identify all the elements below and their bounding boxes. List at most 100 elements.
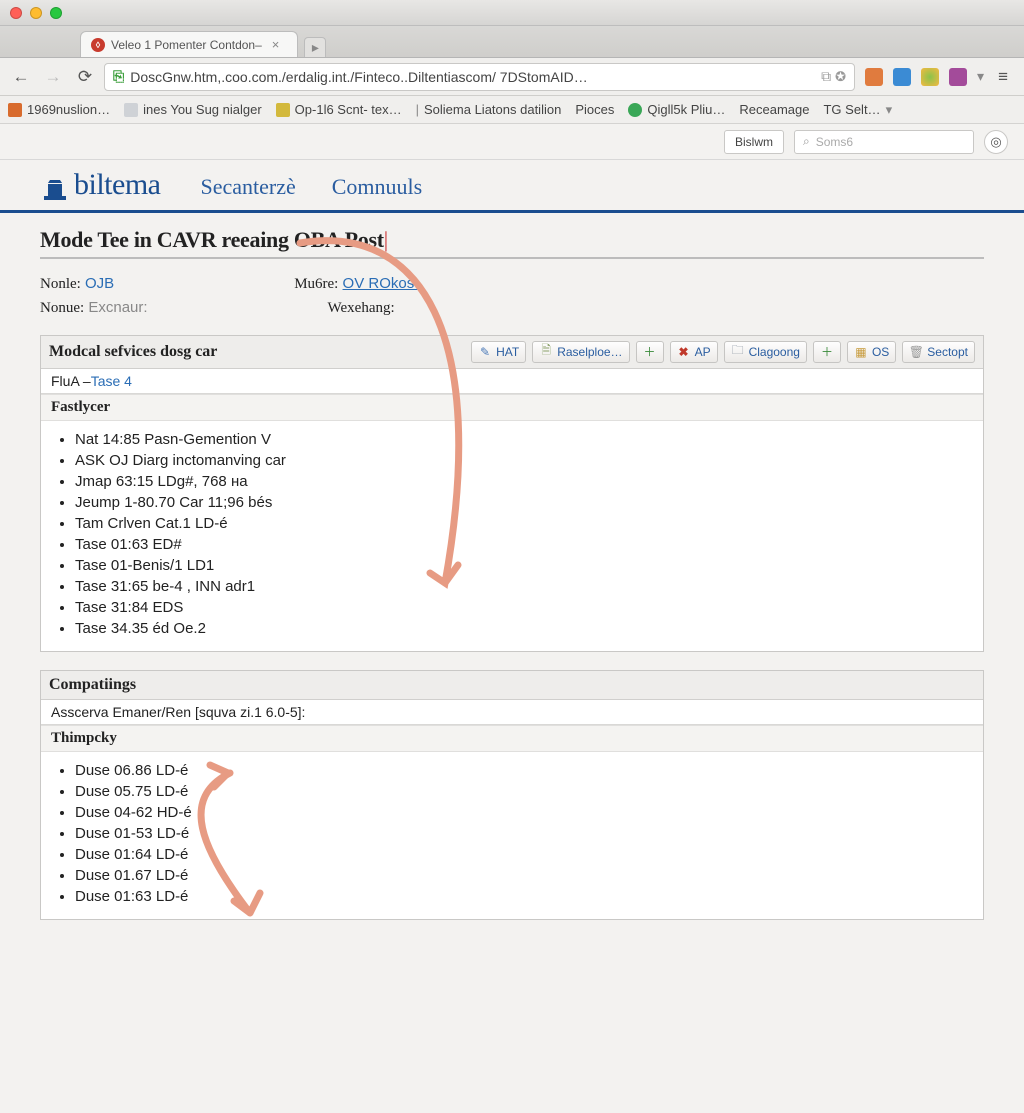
extension-icon[interactable]: [893, 68, 911, 86]
bookmark-item[interactable]: Qigll5k Pliu…: [628, 102, 725, 117]
close-tab-icon[interactable]: ×: [272, 37, 280, 52]
plus2-icon: ＋: [820, 345, 834, 359]
page-icon: 🗎: [539, 345, 553, 359]
bookmark-icon: [628, 103, 642, 117]
extension-icon[interactable]: [865, 68, 883, 86]
panel-title: Compatiings: [49, 676, 136, 694]
list-item: Nat 14:85 Pasn-Gemention V: [75, 431, 973, 448]
toolbar-button-label: HAT: [496, 345, 519, 359]
primary-nav: Secanterzè Comnuuls: [200, 174, 422, 202]
minimize-window-button[interactable]: [30, 7, 42, 19]
list-item: Tase 31:84 EDS: [75, 599, 973, 616]
panel-subheader: Asscerva Emaner/Ren [squva zi.1 6.0-5]:: [41, 700, 983, 725]
overflow-icon[interactable]: ▾: [977, 68, 984, 85]
page-actions-icon[interactable]: ⧉ ✪: [821, 68, 846, 85]
site-logo[interactable]: biltema: [40, 168, 160, 202]
clip-icon: 🗀: [731, 345, 745, 359]
bookmarks-bar: 1969nuslion… ines You Sug nialger Op-1l6…: [0, 96, 1024, 124]
toolbar-button[interactable]: ✎ HAT: [471, 341, 526, 363]
search-icon: ⌕: [803, 134, 810, 149]
extension-icon[interactable]: [949, 68, 967, 86]
bookmark-item[interactable]: ines You Sug nialger: [124, 102, 262, 117]
toolbar-button[interactable]: ＋: [636, 341, 664, 363]
toolbar-button[interactable]: ＋: [813, 341, 841, 363]
header-button[interactable]: Bislwm: [724, 130, 784, 154]
meta-row: Nonue: Excnaur: Wexehang:: [40, 299, 984, 317]
logo-text: biltema: [74, 168, 160, 202]
bookmark-label: Pioces: [575, 102, 614, 117]
bookmark-label: Soliema Liatons datilion: [424, 102, 561, 117]
panel-subheader: FluA –Tase 4: [41, 369, 983, 394]
logo-icon: [40, 176, 70, 202]
list-item: Tase 01:63 ED#: [75, 536, 973, 553]
address-bar[interactable]: ⎘ DoscGnw.htm,.coo.com./erdalig.int./Fin…: [104, 63, 855, 91]
meta-value[interactable]: OV ROkost.: [343, 275, 423, 292]
list-item: Duse 04-62 HD-é: [75, 804, 973, 821]
list-item: ASK OJ Diarg inctomanving car: [75, 452, 973, 469]
toolbar-button[interactable]: 🗀Clagoong: [724, 341, 807, 363]
toolbar-button[interactable]: 🗎Raselploe…: [532, 341, 629, 363]
list-item: Tase 01-Benis/1 LD1: [75, 557, 973, 574]
list-item: Duse 01.67 LD-é: [75, 867, 973, 884]
toolbar-button[interactable]: ✖AP: [670, 341, 718, 363]
lock-icon: ⎘: [113, 68, 124, 85]
header-search[interactable]: ⌕ Soms6: [794, 130, 974, 154]
browser-toolbar: ← → ⟳ ⎘ DoscGnw.htm,.coo.com./erdalig.in…: [0, 58, 1024, 96]
back-button[interactable]: ←: [8, 64, 34, 90]
zoom-window-button[interactable]: [50, 7, 62, 19]
search-placeholder: Soms6: [816, 135, 853, 149]
toolbar-button-label: Sectopt: [927, 345, 968, 359]
target-icon[interactable]: ◎: [984, 130, 1008, 154]
bookmark-item[interactable]: Op-1l6 Scnt- tex…: [276, 102, 402, 117]
meta-label: Nonle:: [40, 276, 81, 292]
chrome-menu-icon[interactable]: ≡: [994, 67, 1012, 87]
bookmark-item[interactable]: 1969nuslion…: [8, 102, 110, 117]
page-utility-bar: Bislwm ⌕ Soms6 ◎: [0, 124, 1024, 160]
compatiings-panel: Compatiings Asscerva Emaner/Ren [squva z…: [40, 670, 984, 920]
bookmark-item[interactable]: |Soliema Liatons datilion: [416, 102, 562, 117]
window-titlebar: [0, 0, 1024, 26]
nav-item[interactable]: Secanterzè: [200, 174, 295, 200]
browser-tab[interactable]: ◊ Veleo 1 Pomenter Contdon– ×: [80, 31, 298, 57]
page-content: Mode Tee in CAVR reeaing OBA Post| Nonle…: [0, 213, 1024, 934]
list-item: Duse 01-53 LD-é: [75, 825, 973, 842]
toolbar-button-label: AP: [695, 345, 711, 359]
url-text: DoscGnw.htm,.coo.com./erdalig.int./Finte…: [130, 69, 588, 85]
sub-prefix: FluA –: [51, 373, 91, 389]
toolbar-button[interactable]: 🗑Sectopt: [902, 341, 975, 363]
nav-item[interactable]: Comnuuls: [332, 174, 422, 200]
bookmark-icon: [8, 103, 22, 117]
forward-button[interactable]: →: [40, 64, 66, 90]
list-item: Duse 05.75 LD-é: [75, 783, 973, 800]
bookmark-label: Op-1l6 Scnt- tex…: [295, 102, 402, 117]
sub-link[interactable]: Tase 4: [91, 373, 132, 389]
item-list: Nat 14:85 Pasn-Gemention V ASK OJ Diarg i…: [41, 421, 983, 651]
close-window-button[interactable]: [10, 7, 22, 19]
pencil-icon: ✎: [478, 345, 492, 359]
bookmark-label: Receamage: [739, 102, 809, 117]
section-heading: Thimpcky: [41, 725, 983, 752]
new-tab-button[interactable]: ▸: [304, 37, 326, 57]
meta-label: Wexehang:: [328, 300, 395, 316]
browser-tab-strip: ◊ Veleo 1 Pomenter Contdon– × ▸: [0, 26, 1024, 58]
bookmark-item[interactable]: TG Selt…▾: [823, 102, 892, 118]
section-heading: Fastlycer: [41, 394, 983, 421]
bookmark-icon: [124, 103, 138, 117]
toolbar-button[interactable]: ▦OS: [847, 341, 896, 363]
extension-icon[interactable]: [921, 68, 939, 86]
reload-button[interactable]: ⟳: [72, 64, 98, 90]
meta-value[interactable]: OJB: [85, 275, 114, 292]
list-item: Jeump 1-80.70 Car 11;96 bés: [75, 494, 973, 511]
list-item: Duse 01:64 LD-é: [75, 846, 973, 863]
panel-title: Modcal sefvices dosg car: [49, 343, 217, 361]
bookmark-icon: [276, 103, 290, 117]
bookmark-item[interactable]: Pioces: [575, 102, 614, 117]
tab-favicon: ◊: [91, 38, 105, 52]
page-title: Mode Tee in CAVR reeaing OBA Post|: [40, 227, 984, 253]
list-item: Tam Crlven Cat.1 LD-é: [75, 515, 973, 532]
item-list: Duse 06.86 LD-éDuse 05.75 LD-éDuse 04-62…: [41, 752, 983, 919]
plus-icon: ＋: [643, 345, 657, 359]
meta-label: Mu6re:: [294, 276, 338, 292]
bookmark-item[interactable]: Receamage: [739, 102, 809, 117]
box-icon: ▦: [854, 345, 868, 359]
